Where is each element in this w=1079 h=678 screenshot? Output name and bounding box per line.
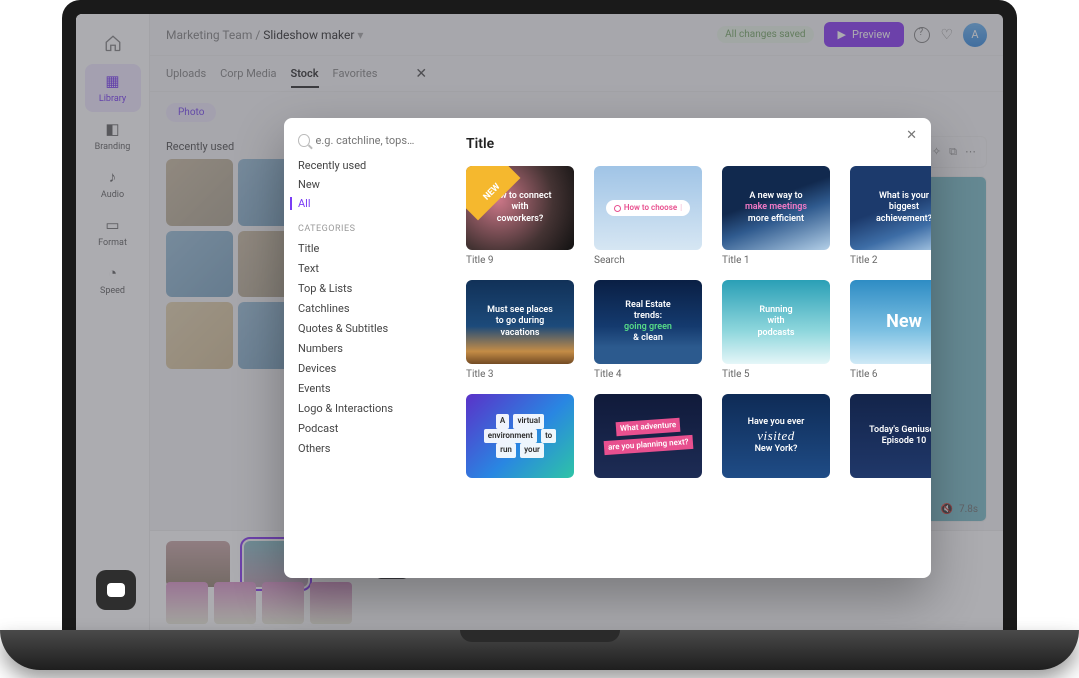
category-logo-interactions[interactable]: Logo & Interactions: [298, 402, 430, 415]
category-devices[interactable]: Devices: [298, 362, 430, 375]
category-events[interactable]: Events: [298, 382, 430, 395]
category-top-lists[interactable]: Top & Lists: [298, 282, 430, 295]
template-picker-modal: Recently used New All CATEGORIES Title Text…: [284, 118, 931, 578]
category-quotes-subtitles[interactable]: Quotes & Subtitles: [298, 322, 430, 335]
category-title[interactable]: Title: [298, 242, 430, 255]
category-others[interactable]: Others: [298, 442, 430, 455]
template-label: Search: [594, 255, 702, 266]
quick-filter-recently-used[interactable]: Recently used: [298, 159, 430, 172]
template-search[interactable]: [298, 134, 430, 159]
template-label: Title 5: [722, 369, 830, 380]
template-card[interactable]: NEWHow to connectwithcoworkers? Title 9: [466, 166, 574, 266]
template-thumbnail: What is yourbiggestachievement?: [850, 166, 931, 250]
quick-filter-all[interactable]: All: [290, 197, 430, 210]
template-thumbnail: How to choose |: [594, 166, 702, 250]
category-catchlines[interactable]: Catchlines: [298, 302, 430, 315]
template-card[interactable]: New Title 6: [850, 280, 931, 380]
template-thumbnail: New: [850, 280, 931, 364]
categories-heading: CATEGORIES: [298, 224, 430, 234]
search-icon: [298, 134, 310, 147]
template-thumbnail: NEWHow to connectwithcoworkers?: [466, 166, 574, 250]
template-thumbnail: A new way tomake meetingsmore efficient: [722, 166, 830, 250]
template-thumbnail: Must see placesto go duringvacations: [466, 280, 574, 364]
template-card[interactable]: Have you evervisitedNew York?: [722, 394, 830, 483]
chat-fab[interactable]: [96, 570, 136, 610]
template-thumbnail: Have you evervisitedNew York?: [722, 394, 830, 478]
quick-filter-new[interactable]: New: [298, 178, 430, 191]
search-pill: How to choose |: [606, 200, 690, 216]
template-label: Title 3: [466, 369, 574, 380]
category-text[interactable]: Text: [298, 262, 430, 275]
template-label: Title 2: [850, 255, 931, 266]
template-thumbnail: Runningwithpodcasts: [722, 280, 830, 364]
template-label: Title 4: [594, 369, 702, 380]
template-card[interactable]: A new way tomake meetingsmore efficient T…: [722, 166, 830, 266]
template-card[interactable]: Runningwithpodcasts Title 5: [722, 280, 830, 380]
template-thumbnail: Real Estatetrends:going green& clean: [594, 280, 702, 364]
category-podcast[interactable]: Podcast: [298, 422, 430, 435]
template-label: Title 1: [722, 255, 830, 266]
search-input[interactable]: [316, 134, 430, 147]
template-card[interactable]: Real Estatetrends:going green& clean Titl…: [594, 280, 702, 380]
template-card[interactable]: Today's GeniusesEpisode 10: [850, 394, 931, 483]
template-card[interactable]: How to choose | Search: [594, 166, 702, 266]
template-card[interactable]: What is yourbiggestachievement? Title 2: [850, 166, 931, 266]
template-label: Title 9: [466, 255, 574, 266]
template-thumbnail: What adventureare you planning next?: [594, 394, 702, 478]
modal-section-title: Title: [466, 136, 909, 152]
modal-close-button[interactable]: ✕: [906, 128, 917, 143]
template-card[interactable]: Must see placesto go duringvacations Titl…: [466, 280, 574, 380]
template-card[interactable]: What adventureare you planning next?: [594, 394, 702, 483]
template-card[interactable]: A virtual environment to run your: [466, 394, 574, 483]
template-thumbnail: Today's GeniusesEpisode 10: [850, 394, 931, 478]
template-thumbnail: A virtual environment to run your: [466, 394, 574, 478]
category-numbers[interactable]: Numbers: [298, 342, 430, 355]
template-label: Title 6: [850, 369, 931, 380]
